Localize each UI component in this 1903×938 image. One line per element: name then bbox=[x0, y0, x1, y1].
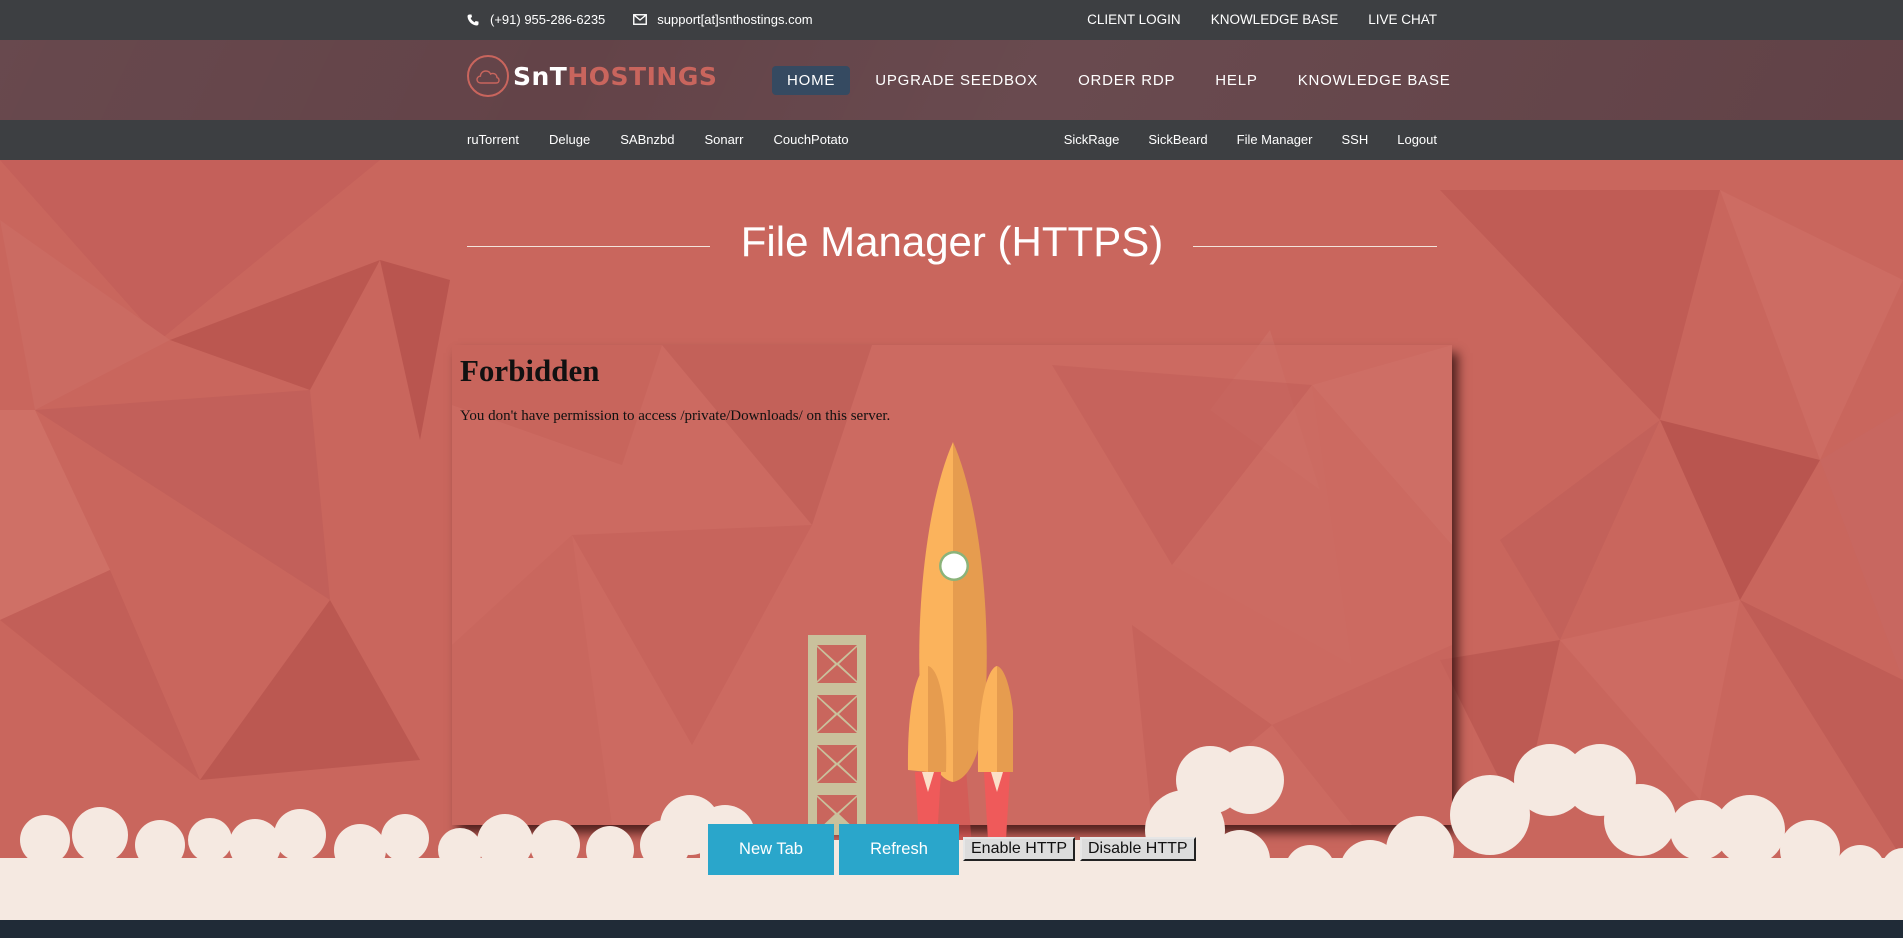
app-nav-left: ruTorrent Deluge SABnzbd Sonarr CouchPot… bbox=[467, 132, 879, 147]
phone-contact: (+91) 955-286-6235 bbox=[466, 12, 605, 27]
top-bar: (+91) 955-286-6235 support[at]snthosting… bbox=[0, 0, 1903, 40]
nav-knowledge-base[interactable]: KNOWLEDGE BASE bbox=[1283, 66, 1466, 95]
clouds-decoration bbox=[0, 744, 1903, 920]
logo-text-snt: SnT bbox=[513, 61, 568, 91]
main-nav: HOME UPGRADE SEEDBOX ORDER RDP HELP KNOW… bbox=[772, 66, 1476, 95]
disable-http-button[interactable]: Disable HTTP bbox=[1080, 837, 1196, 861]
enable-http-button[interactable]: Enable HTTP bbox=[963, 837, 1076, 861]
email-address[interactable]: support[at]snthostings.com bbox=[657, 12, 812, 27]
forbidden-heading: Forbidden bbox=[460, 353, 600, 388]
forbidden-message: You don't have permission to access /pri… bbox=[460, 408, 891, 424]
nav-home[interactable]: HOME bbox=[772, 66, 851, 95]
live-chat-link[interactable]: LIVE CHAT bbox=[1368, 12, 1437, 27]
logo-text-hostings: HOSTINGS bbox=[567, 61, 718, 91]
refresh-button[interactable]: Refresh bbox=[839, 824, 959, 875]
new-tab-button[interactable]: New Tab bbox=[708, 824, 834, 875]
app-nav: ruTorrent Deluge SABnzbd Sonarr CouchPot… bbox=[0, 120, 1903, 160]
app-link-logout[interactable]: Logout bbox=[1397, 132, 1437, 147]
app-nav-right: SickRage SickBeard File Manager SSH Logo… bbox=[1035, 132, 1437, 147]
footer bbox=[0, 920, 1903, 938]
contact-info: (+91) 955-286-6235 support[at]snthosting… bbox=[466, 12, 841, 27]
client-login-link[interactable]: CLIENT LOGIN bbox=[1087, 12, 1181, 27]
app-link-file-manager[interactable]: File Manager bbox=[1237, 132, 1313, 147]
app-link-sabnzbd[interactable]: SABnzbd bbox=[620, 132, 674, 147]
app-link-ssh[interactable]: SSH bbox=[1342, 132, 1369, 147]
logo[interactable]: SnT HOSTINGS bbox=[467, 55, 717, 97]
app-link-sickrage[interactable]: SickRage bbox=[1064, 132, 1120, 147]
email-contact[interactable]: support[at]snthostings.com bbox=[633, 12, 813, 27]
page-title: File Manager (HTTPS) bbox=[740, 218, 1164, 265]
app-link-deluge[interactable]: Deluge bbox=[549, 132, 590, 147]
phone-number: (+91) 955-286-6235 bbox=[490, 12, 606, 27]
app-link-rutorrent[interactable]: ruTorrent bbox=[467, 132, 519, 147]
app-link-sickbeard[interactable]: SickBeard bbox=[1148, 132, 1207, 147]
app-link-sonarr[interactable]: Sonarr bbox=[704, 132, 743, 147]
hero-section: File Manager (HTTPS) Forbidden You don't… bbox=[0, 160, 1903, 920]
nav-help[interactable]: HELP bbox=[1200, 66, 1272, 95]
header: SnT HOSTINGS HOME UPGRADE SEEDBOX ORDER R… bbox=[0, 40, 1903, 120]
app-link-couchpotato[interactable]: CouchPotato bbox=[773, 132, 848, 147]
cloud-icon bbox=[467, 55, 509, 97]
nav-order-rdp[interactable]: ORDER RDP bbox=[1063, 66, 1190, 95]
nav-upgrade-seedbox[interactable]: UPGRADE SEEDBOX bbox=[860, 66, 1053, 95]
envelope-icon bbox=[633, 13, 648, 27]
top-links: CLIENT LOGIN KNOWLEDGE BASE LIVE CHAT bbox=[1057, 12, 1437, 27]
knowledge-base-top-link[interactable]: KNOWLEDGE BASE bbox=[1211, 12, 1339, 27]
phone-icon bbox=[466, 13, 480, 27]
